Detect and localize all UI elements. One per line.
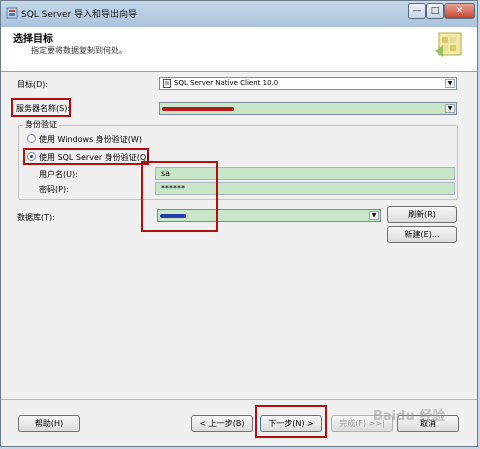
windows-auth-radio[interactable] <box>27 134 36 143</box>
server-name-label: 服务器名称(S): <box>16 104 71 113</box>
baidu-watermark: Baidu 经验 <box>373 409 446 424</box>
refresh-button[interactable]: 刷新(R) <box>387 206 457 223</box>
sql-server-app-icon <box>6 7 18 19</box>
back-button[interactable]: < 上一步(B) <box>191 415 253 432</box>
help-button[interactable]: 帮助(H) <box>18 415 80 432</box>
next-button[interactable]: 下一步(N) > <box>260 415 322 432</box>
new-database-button[interactable]: 新建(E)... <box>387 226 457 243</box>
title-bar[interactable]: SQL Server 导入和导出向导 — □ ✕ <box>1 1 477 28</box>
authentication-group-label: 身份验证 <box>23 119 59 130</box>
server-name-dropdown[interactable]: ▼ <box>159 102 457 115</box>
credentials-highlight <box>141 161 218 232</box>
sql-auth-radio[interactable] <box>27 152 36 161</box>
password-label: 密码(P): <box>39 185 69 194</box>
chevron-down-icon[interactable]: ▼ <box>445 79 455 88</box>
page-subtitle: 指定要将数据复制到何处。 <box>31 46 127 55</box>
sql-auth-label[interactable]: 使用 SQL Server 身份验证(Q) <box>39 152 149 163</box>
maximize-button[interactable]: □ <box>426 3 444 19</box>
footer-separator <box>1 399 477 400</box>
wizard-database-icon <box>435 32 462 57</box>
destination-value: SQL Server Native Client 10.0 <box>174 79 279 87</box>
server-name-redaction <box>162 107 234 111</box>
chevron-down-icon[interactable]: ▼ <box>369 211 379 220</box>
minimize-button[interactable]: — <box>408 3 426 19</box>
destination-dropdown[interactable]: SQL Server Native Client 10.0 ▼ <box>159 77 457 90</box>
close-button[interactable]: ✕ <box>444 3 475 19</box>
windows-auth-label[interactable]: 使用 Windows 身份验证(W) <box>39 134 142 145</box>
data-source-icon <box>163 79 171 88</box>
database-label: 数据库(T): <box>17 213 55 222</box>
username-label: 用户名(U): <box>39 170 78 179</box>
chevron-down-icon[interactable]: ▼ <box>445 104 455 113</box>
destination-label: 目标(D): <box>17 80 49 89</box>
page-title: 选择目标 <box>13 34 53 45</box>
wizard-header: 选择目标 指定要将数据复制到何处。 <box>1 27 477 72</box>
wizard-window: SQL Server 导入和导出向导 — □ ✕ 选择目标 指定要将数据复制到何… <box>0 0 478 447</box>
window-title: SQL Server 导入和导出向导 <box>21 10 138 20</box>
